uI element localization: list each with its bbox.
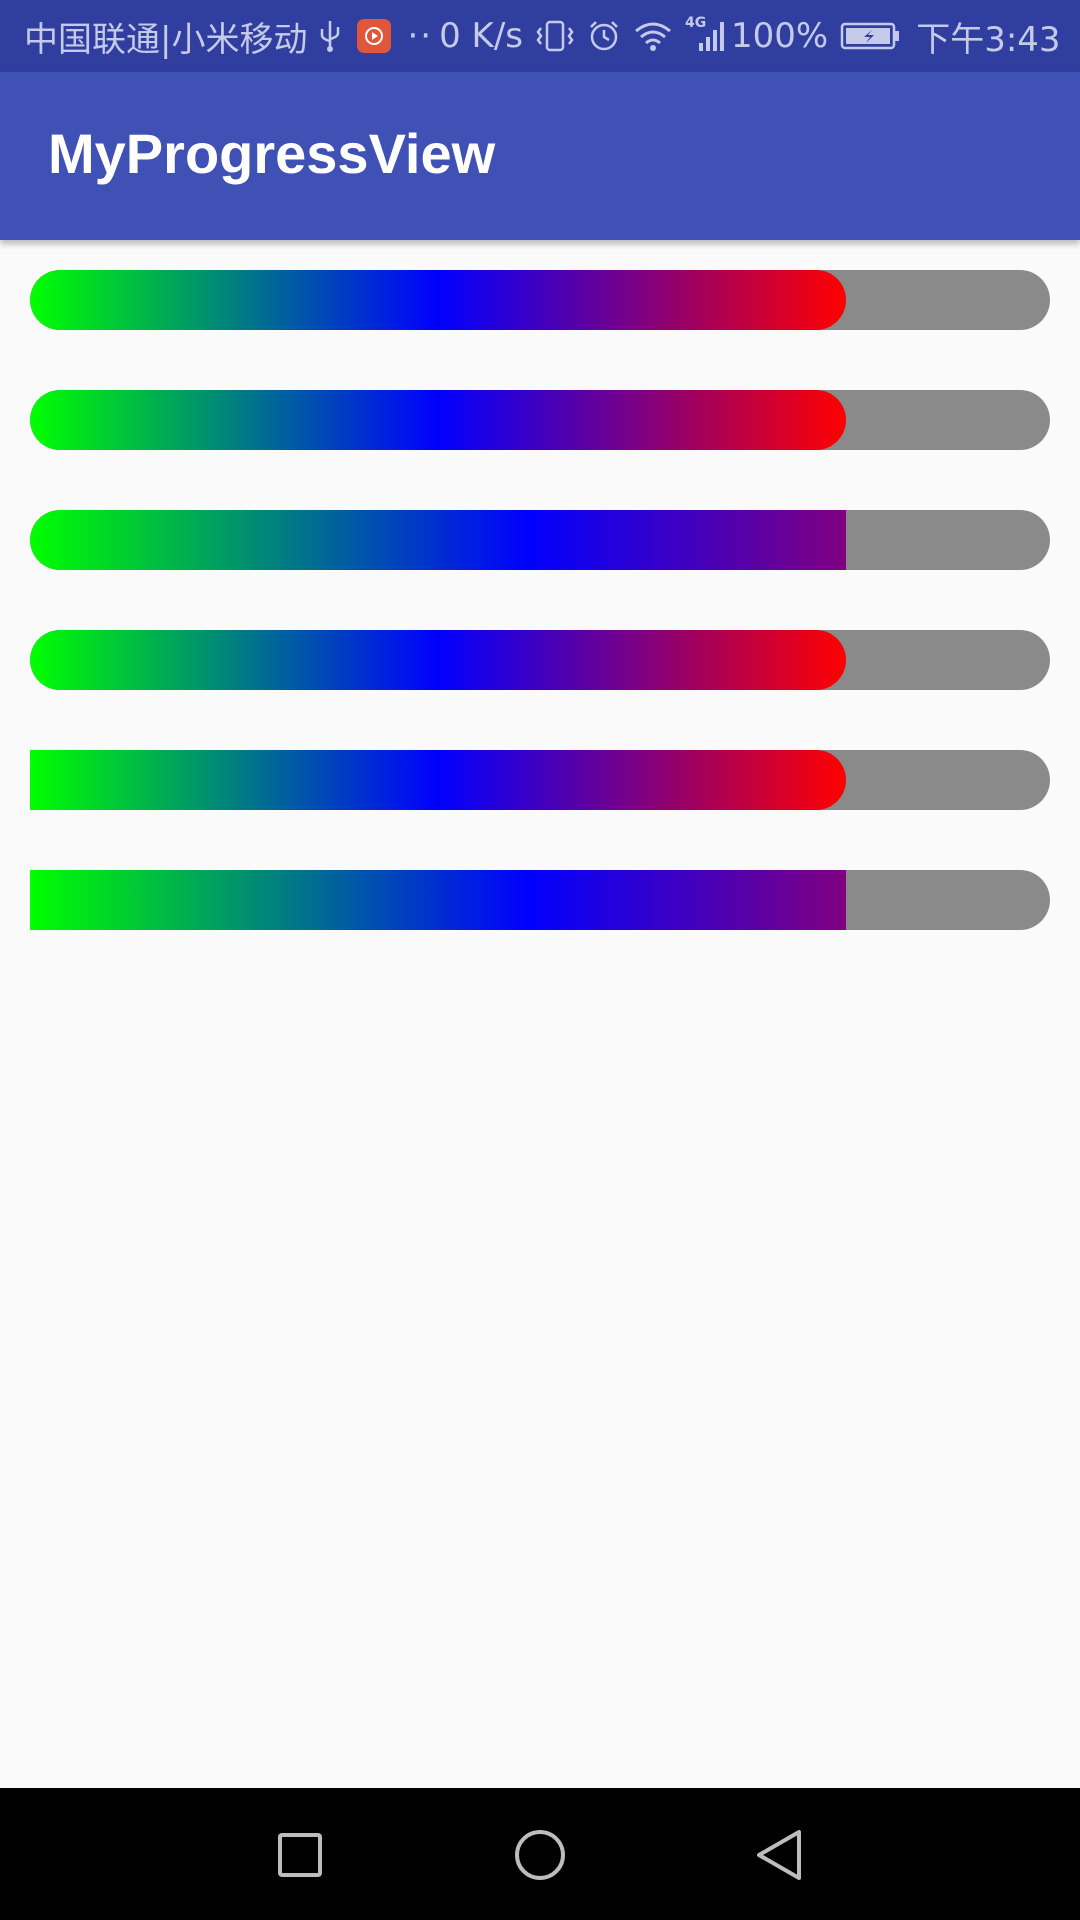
app-bar: MyProgressView — [0, 72, 1080, 240]
battery-percent: 100% — [731, 16, 829, 56]
app-title: MyProgressView — [48, 122, 496, 185]
status-left: 中国联通|小米移动 ·· 0 K/s — [24, 12, 523, 61]
progress-fill-2 — [30, 390, 846, 450]
progress-bar-2 — [30, 390, 1050, 450]
recents-button[interactable] — [255, 1810, 345, 1900]
home-button[interactable] — [495, 1810, 585, 1900]
vibrate-icon — [535, 19, 575, 53]
progress-fill-4 — [30, 630, 846, 690]
progress-bar-5 — [30, 750, 1050, 810]
navigation-bar — [0, 1788, 1080, 1920]
status-right: 4G 100% 下午3:43 — [523, 12, 1061, 61]
alarm-icon — [587, 19, 621, 53]
progress-fill-5 — [30, 750, 846, 810]
usb-icon — [319, 19, 341, 53]
back-icon — [757, 1830, 801, 1880]
status-bar: 中国联通|小米移动 ·· 0 K/s 4G 100% 下午3:43 — [0, 0, 1080, 72]
back-button[interactable] — [735, 1810, 825, 1900]
wifi-icon — [633, 19, 673, 53]
progress-bar-4 — [30, 630, 1050, 690]
progress-fill-1 — [30, 270, 846, 330]
progress-fill-6 — [30, 870, 846, 930]
progress-bar-3 — [30, 510, 1050, 570]
notification-dots: ·· — [407, 16, 434, 56]
battery-icon — [840, 19, 902, 53]
recents-icon — [278, 1833, 322, 1877]
carrier-label: 中国联通|小米移动 — [24, 19, 308, 60]
clock: 下午3:43 — [916, 19, 1061, 60]
network-type-label: 4G — [685, 15, 707, 31]
net-speed: 0 K/s — [439, 16, 523, 56]
home-icon — [515, 1830, 565, 1880]
progress-fill-3 — [30, 510, 846, 570]
signal-icon: 4G — [685, 15, 725, 53]
progress-list — [30, 270, 1050, 990]
app-notification-icon — [357, 19, 392, 53]
progress-bar-6 — [30, 870, 1050, 930]
progress-bar-1 — [30, 270, 1050, 330]
